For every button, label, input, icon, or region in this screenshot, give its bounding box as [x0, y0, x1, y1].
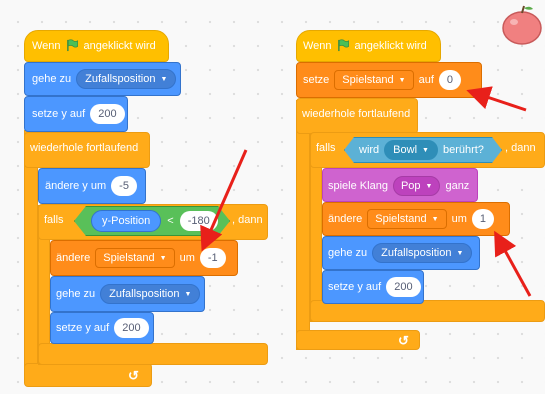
if-block-bottom[interactable]: [38, 343, 268, 365]
hat-label-right: Wenn: [303, 39, 332, 52]
dropdown-arrow-icon: ▼: [422, 146, 429, 154]
green-flag-icon: [337, 39, 349, 52]
set-variable-input[interactable]: 0: [438, 70, 462, 90]
set-y-input[interactable]: 200: [90, 104, 125, 124]
change-y-input[interactable]: -5: [111, 176, 137, 196]
goto-target-dropdown-right[interactable]: Zufallsposition ▼: [372, 243, 473, 263]
dropdown-arrow-icon: ▼: [184, 290, 192, 298]
hat-suffix-right: angeklickt wird: [354, 39, 427, 52]
set-y-label: setze y auf: [32, 108, 86, 120]
less-than-operator[interactable]: y-Position < -180: [74, 206, 230, 236]
if-label-right: falls: [316, 142, 336, 154]
touching-target-dropdown[interactable]: Bowl ▼: [384, 140, 438, 160]
y-position-reporter[interactable]: y-Position: [91, 210, 161, 232]
touching-label: wird: [359, 144, 380, 156]
dropdown-arrow-icon: ▼: [456, 249, 464, 257]
goto-label: gehe zu: [32, 73, 72, 85]
set-to-label: auf: [418, 74, 434, 86]
goto-label-right: gehe zu: [328, 247, 368, 259]
forever-loop-arm-right: [296, 100, 310, 350]
set-y-label-2: setze y auf: [56, 322, 110, 334]
hat-label: Wenn: [32, 39, 61, 52]
if-then-label: , dann: [232, 214, 263, 226]
dropdown-arrow-icon: ▼: [159, 254, 167, 262]
touching-suffix: berührt?: [442, 144, 484, 156]
change-by-label-right: um: [451, 213, 467, 225]
annotation-arrow: [494, 230, 532, 297]
dropdown-arrow-icon: ▼: [160, 75, 168, 83]
set-y-label-right: setze y auf: [328, 281, 382, 293]
change-variable-input[interactable]: -1: [199, 248, 226, 268]
goto-target-dropdown[interactable]: Zufallsposition ▼: [76, 69, 177, 89]
goto-label-2: gehe zu: [56, 288, 96, 300]
goto-target-dropdown-2[interactable]: Zufallsposition ▼: [100, 284, 201, 304]
dropdown-arrow-icon: ▼: [398, 76, 406, 84]
variable-dropdown-right[interactable]: Spielstand ▼: [334, 70, 414, 90]
change-variable-label-right: ändere: [328, 213, 363, 225]
variable-dropdown-right-2[interactable]: Spielstand ▼: [367, 209, 447, 229]
sound-dropdown[interactable]: Pop ▼: [392, 176, 441, 196]
touching-sensing-block[interactable]: wird Bowl ▼ berührt?: [344, 137, 502, 163]
play-sound-suffix: ganz: [445, 180, 470, 192]
set-y-input-2[interactable]: 200: [114, 318, 149, 338]
loop-arrow-icon: ↺: [398, 333, 409, 348]
dropdown-arrow-icon: ▼: [431, 215, 439, 223]
change-variable-input-right[interactable]: 1: [471, 209, 494, 229]
change-by-label: um: [179, 252, 195, 264]
less-than-input[interactable]: -180: [180, 211, 218, 231]
hat-suffix: angeklickt wird: [83, 39, 156, 52]
less-than-symbol: <: [167, 215, 174, 227]
apple-sprite-icon[interactable]: [500, 2, 544, 46]
if-label: falls: [44, 214, 64, 226]
change-variable-label: ändere: [56, 252, 91, 264]
set-y-input-right[interactable]: 200: [386, 277, 421, 297]
set-variable-label: setze: [303, 74, 330, 86]
forever-label: wiederhole fortlaufend: [30, 142, 139, 154]
change-y-label: ändere y um: [45, 180, 107, 192]
if-then-label-right: , dann: [505, 142, 536, 154]
variable-dropdown[interactable]: Spielstand ▼: [95, 248, 175, 268]
forever-label-right: wiederhole fortlaufend: [302, 108, 411, 120]
dropdown-arrow-icon: ▼: [425, 182, 433, 190]
green-flag-icon: [66, 39, 78, 52]
play-sound-label: spiele Klang: [328, 180, 388, 192]
loop-arrow-icon: ↺: [128, 368, 139, 383]
